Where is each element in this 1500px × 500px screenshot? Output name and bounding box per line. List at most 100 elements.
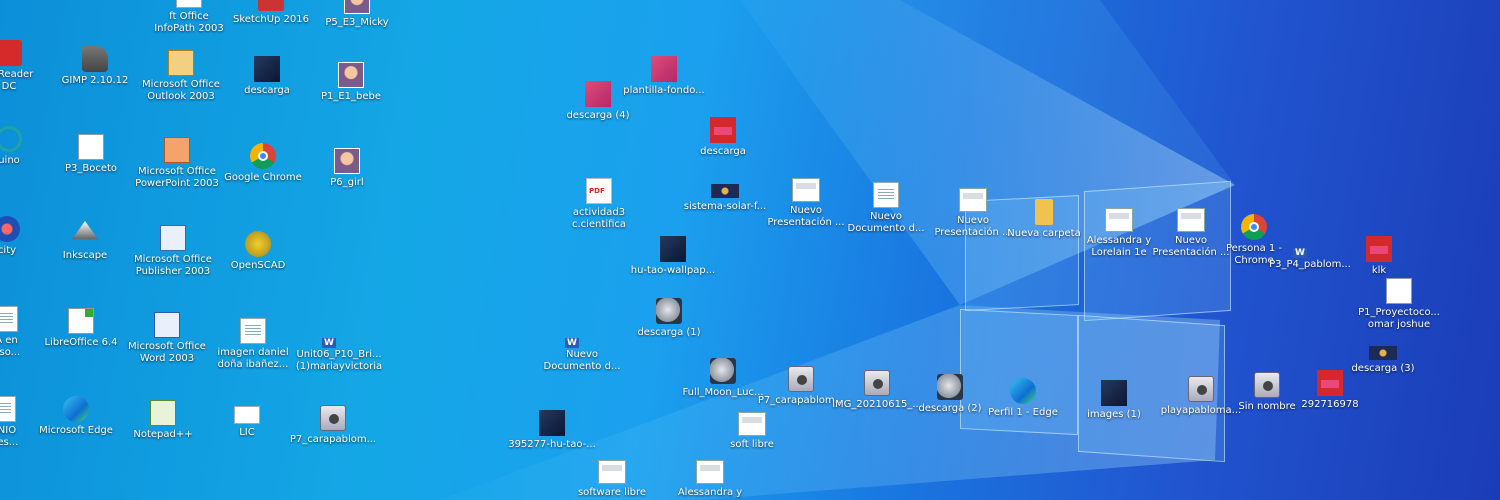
desktop-icon[interactable]: ONIO ofes... (0, 396, 42, 449)
desktop-icon-label: Inkscape (62, 250, 108, 261)
slide-icon (1105, 208, 1133, 232)
desktop-icon-label: Microsoft Office Word 2003 (128, 341, 206, 364)
desktop-icon[interactable]: P6_girl (308, 148, 386, 189)
notepad-icon (150, 400, 176, 426)
desktop-icon[interactable]: Microsoft Office Publisher 2003 (134, 225, 212, 278)
photo-dark-icon (254, 56, 280, 82)
sketch-icon (258, 0, 284, 11)
desktop-icon-label: Nuevo Presentación ... (767, 205, 845, 228)
desktop-icon-label: Nuevo Documento d... (847, 211, 925, 234)
avatar-icon (344, 0, 370, 14)
desktop-icon[interactable]: klk (1340, 236, 1418, 277)
desktop-icon-label: sistema-solar-f... (683, 201, 767, 212)
desktop-icon-label: Google Chrome (224, 172, 302, 183)
audacity-icon (0, 216, 20, 242)
desktop-icon[interactable]: LibreOffice 6.4 (42, 308, 120, 349)
desktop-icon[interactable]: Nuevo Documento d... (543, 320, 621, 373)
doc-icon (0, 396, 16, 422)
openscad-icon (245, 231, 271, 257)
desktop-icon[interactable]: Microsoft Office Outlook 2003 (142, 50, 220, 103)
folder-icon (1035, 199, 1053, 225)
desktop-icon[interactable]: soft libre (713, 412, 791, 451)
desktop-icon[interactable]: Alessandra y (671, 460, 749, 499)
desktop-icon[interactable]: descarga (4) (559, 81, 637, 122)
desktop-icon[interactable]: OpenSCAD (219, 231, 297, 272)
desktop-icon[interactable]: imagen daniel doña ibañez... (214, 318, 292, 371)
desktop-icon[interactable]: Nueva carpeta (1005, 199, 1083, 240)
desktop-icon[interactable]: Nuevo Documento d... (847, 182, 925, 235)
slide-icon (792, 178, 820, 202)
desktop-icon[interactable]: actividad3 c.cientifica (560, 178, 638, 231)
doc-icon (873, 182, 899, 208)
desktop-icon[interactable]: uino (0, 126, 48, 167)
slide-icon (696, 460, 724, 484)
desktop-icon[interactable]: Microsoft Office PowerPoint 2003 (135, 137, 219, 190)
gimp-icon (82, 46, 108, 72)
desktop-icon[interactable]: sistema-solar-f... (684, 184, 766, 213)
moon-icon (710, 358, 736, 384)
desktop-icon[interactable]: GIMP 2.10.12 (56, 46, 134, 87)
desktop-icon-label: Microsoft Office Publisher 2003 (134, 254, 212, 277)
scanner-icon (320, 405, 346, 431)
chrome-icon (1241, 214, 1267, 240)
desktop-icon-label: descarga (244, 85, 290, 96)
desktop-icon[interactable]: Perfil 1 - Edge (984, 378, 1062, 419)
desktop-icon[interactable]: Google Chrome (224, 143, 302, 184)
desktop-icon[interactable]: descarga (1) (630, 298, 708, 339)
desktop-icon[interactable]: P1_Proyectoco... omar joshue (1358, 278, 1440, 331)
lic-icon (234, 406, 260, 424)
desktop-icon[interactable]: software libre (573, 460, 651, 499)
scanner-icon (1254, 372, 1280, 398)
desktop-icon[interactable]: images (1) (1075, 380, 1153, 421)
desktop-icon-label: Microsoft Office Outlook 2003 (142, 79, 220, 102)
ppt-icon (164, 137, 190, 163)
desktop-icon[interactable]: at Reader DC (0, 40, 48, 93)
desktop-icon[interactable]: Microsoft Office Word 2003 (128, 312, 206, 365)
desktop-icon[interactable]: 292716978 (1291, 370, 1369, 411)
desktop-icon-label: P5_E3_Micky (325, 17, 389, 28)
desktop-icon[interactable]: Full_Moon_Luc... (682, 358, 764, 399)
desktop-icon[interactable]: P7_carapablom... (290, 405, 376, 446)
moon-icon (656, 298, 682, 324)
desktop-icon[interactable]: Notepad++ (124, 400, 202, 441)
bug-icon (78, 134, 104, 160)
desktop-icon[interactable]: hu-tao-wallpap... (631, 236, 715, 277)
edge-icon (1010, 378, 1036, 404)
desktop-icon[interactable]: Microsoft Edge (37, 396, 115, 437)
desktop-icon[interactable]: ft Office InfoPath 2003 (150, 0, 228, 35)
desktop-icon-label: soft libre (730, 439, 774, 450)
desktop-icon[interactable]: IA en feso... (0, 306, 44, 359)
photo-dark-icon (539, 410, 565, 436)
desktop-icon-label: GIMP 2.10.12 (61, 75, 129, 86)
desktop-icon-label: SketchUp 2016 (233, 14, 309, 25)
desktop-icon-label: Microsoft Office PowerPoint 2003 (135, 166, 219, 189)
desktop-icon-label: P1_E1_bebe (320, 91, 382, 102)
edge-icon (63, 396, 89, 422)
desktop-icon-label: klk (1371, 265, 1387, 276)
desktop-icon[interactable]: Inkscape (46, 221, 124, 262)
desktop-icon[interactable]: 395277-hu-tao-... (508, 410, 596, 451)
word-icon (154, 312, 180, 338)
desktop-icon[interactable]: P7_carapablom... (758, 366, 844, 407)
desktop-icon[interactable]: SketchUp 2016 (232, 0, 310, 26)
inkscape-icon (72, 221, 98, 240)
desktop-icon-label: descarga (1) (637, 327, 701, 338)
desktop-icon[interactable]: descarga (684, 117, 762, 158)
desktop-icon-label: Microsoft Edge (39, 425, 113, 436)
desktop-icon-label: software libre (577, 487, 647, 498)
desktop-icon[interactable]: LIC (208, 406, 286, 439)
desktop-icon[interactable]: descarga (228, 56, 306, 97)
desktop-icon-label: images (1) (1087, 409, 1141, 420)
desktop-background: ft Office InfoPath 2003 SketchUp 2016 P5_E… (0, 0, 1500, 500)
desktop-icon-label: ft Office InfoPath 2003 (154, 11, 224, 34)
desktop-icon[interactable]: P1_E1_bebe (312, 62, 390, 103)
photo-dark-icon (1101, 380, 1127, 406)
desktop-icon[interactable]: Unit06_P10_Bri... (1)mariayvictoria (296, 320, 382, 373)
desktop-icon[interactable]: Nuevo Presentación ... (767, 178, 845, 229)
desktop-icon[interactable]: P5_E3_Micky (318, 0, 396, 29)
photo-pink-icon (651, 56, 677, 82)
desktop-icon-label: 395277-hu-tao-... (508, 439, 596, 450)
photo-space-icon (711, 184, 739, 198)
desktop-icon-label: LibreOffice 6.4 (44, 337, 118, 348)
desktop-icon[interactable]: P3_Boceto (52, 134, 130, 175)
